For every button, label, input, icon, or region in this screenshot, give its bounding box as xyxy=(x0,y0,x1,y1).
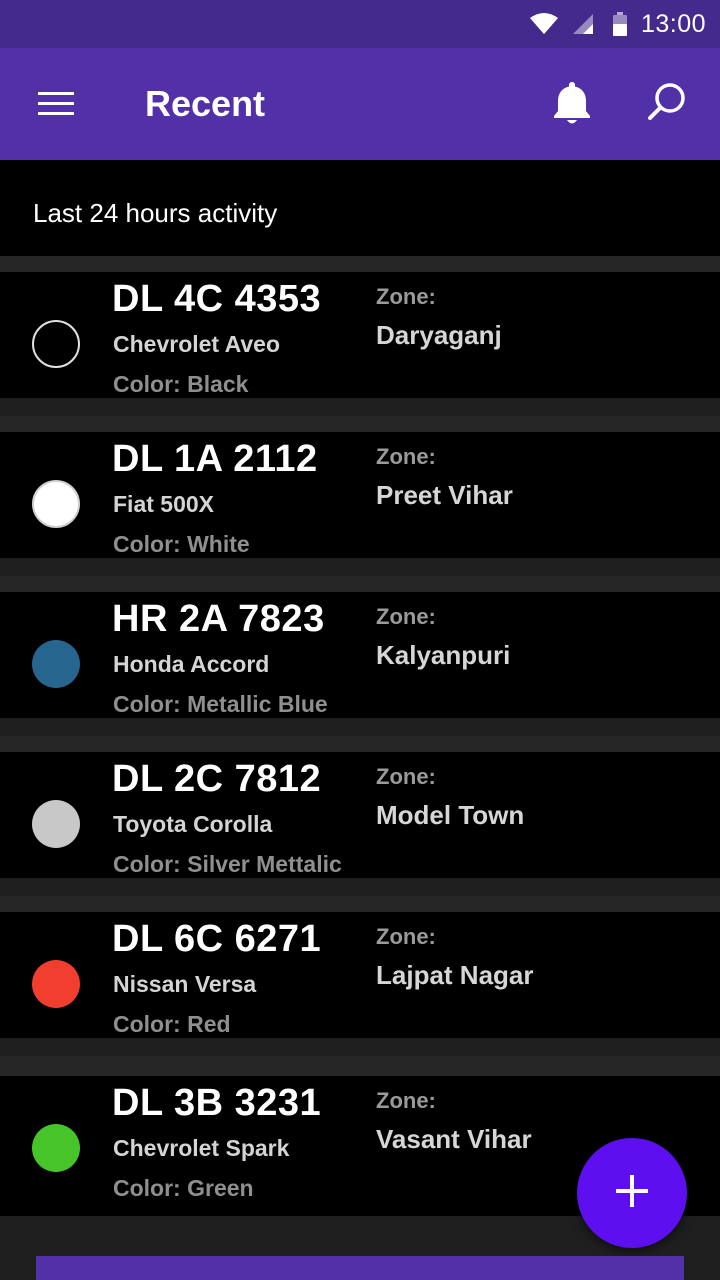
add-vehicle-button[interactable] xyxy=(577,1138,687,1248)
vehicle-model: Honda Accord xyxy=(113,651,270,677)
search-button[interactable] xyxy=(644,78,692,126)
color-swatch xyxy=(32,800,80,848)
bell-icon xyxy=(550,82,594,132)
zone-value: Vasant Vihar xyxy=(376,1124,532,1154)
vehicle-color: Color: Metallic Blue xyxy=(113,691,328,717)
license-plate: DL 2C 7812 xyxy=(112,758,322,800)
zone-label: Zone: xyxy=(376,604,436,629)
wifi-icon xyxy=(529,12,559,36)
menu-button[interactable] xyxy=(34,84,78,124)
vehicle-color: Color: Silver Mettalic xyxy=(113,851,342,877)
vehicle-list-item[interactable]: DL 2C 7812 Toyota Corolla Color: Silver … xyxy=(0,736,720,878)
vehicle-color: Color: Black xyxy=(113,371,249,397)
zone-value: Model Town xyxy=(376,800,525,830)
vehicle-model: Chevrolet Aveo xyxy=(113,331,281,357)
menu-icon xyxy=(34,92,78,128)
status-time: 13:00 xyxy=(640,9,706,38)
zone-label: Zone: xyxy=(376,764,436,789)
license-plate: DL 4C 4353 xyxy=(112,278,322,320)
bottom-action-bar[interactable] xyxy=(36,1256,684,1280)
vehicle-color: Color: Red xyxy=(113,1011,231,1037)
color-swatch xyxy=(32,480,80,528)
vehicle-model: Toyota Corolla xyxy=(113,811,273,837)
vehicle-model: Nissan Versa xyxy=(113,971,257,997)
color-swatch xyxy=(32,960,80,1008)
status-icons: 13:00 xyxy=(529,0,706,48)
license-plate: DL 1A 2112 xyxy=(112,438,318,480)
color-swatch xyxy=(32,320,80,368)
plus-icon xyxy=(612,1171,652,1216)
vehicle-list-item[interactable]: DL 6C 6271 Nissan Versa Color: Red Zone:… xyxy=(0,896,720,1038)
zone-value: Preet Vihar xyxy=(376,480,513,510)
app-bar: Recent xyxy=(0,48,720,160)
color-swatch xyxy=(32,640,80,688)
zone-label: Zone: xyxy=(376,1088,436,1113)
zone-label: Zone: xyxy=(376,284,436,309)
vehicle-list-item[interactable]: HR 2A 7823 Honda Accord Color: Metallic … xyxy=(0,576,720,718)
license-plate: DL 3B 3231 xyxy=(112,1082,322,1124)
status-bar: 13:00 xyxy=(0,0,720,48)
vehicle-model: Chevrolet Spark xyxy=(113,1135,290,1161)
license-plate: HR 2A 7823 xyxy=(112,598,325,640)
subheader-text: Last 24 hours activity xyxy=(33,198,278,228)
vehicle-color: Color: Green xyxy=(113,1175,254,1201)
license-plate: DL 6C 6271 xyxy=(112,918,322,960)
vehicle-list-item[interactable]: DL 4C 4353 Chevrolet Aveo Color: Black Z… xyxy=(0,256,720,398)
cellular-signal-icon xyxy=(571,12,595,36)
vehicle-list-item[interactable]: DL 1A 2112 Fiat 500X Color: White Zone: … xyxy=(0,416,720,558)
battery-icon xyxy=(612,12,627,36)
color-swatch xyxy=(32,1124,80,1172)
page-title: Recent xyxy=(145,83,266,124)
activity-subheader: Last 24 hours activity xyxy=(0,160,720,256)
zone-label: Zone: xyxy=(376,924,436,949)
notifications-button[interactable] xyxy=(550,78,594,128)
zone-value: Daryaganj xyxy=(376,320,502,350)
zone-value: Kalyanpuri xyxy=(376,640,511,670)
zone-value: Lajpat Nagar xyxy=(376,960,534,990)
vehicle-model: Fiat 500X xyxy=(113,491,214,517)
zone-label: Zone: xyxy=(376,444,436,469)
vehicle-color: Color: White xyxy=(113,531,250,557)
search-icon xyxy=(644,83,692,130)
